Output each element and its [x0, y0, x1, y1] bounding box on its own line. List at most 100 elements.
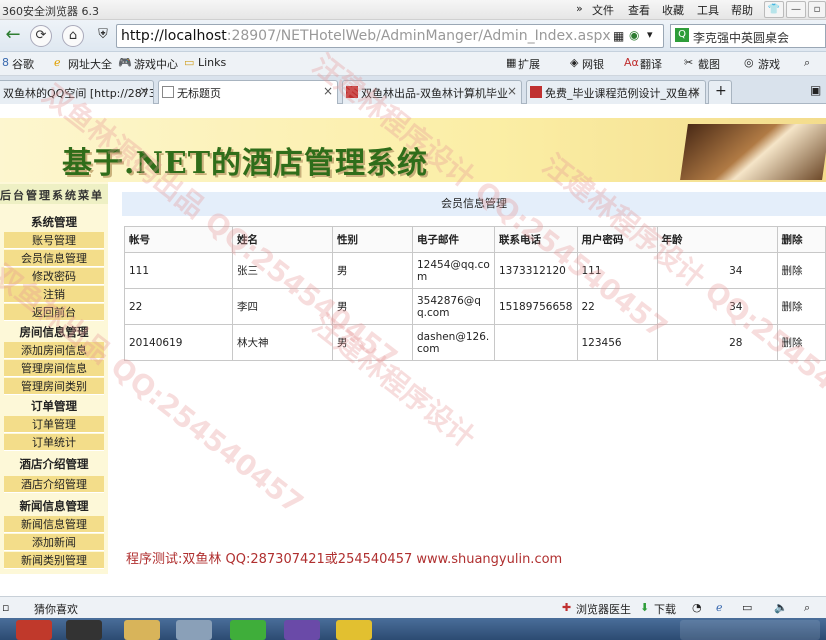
- window-icon[interactable]: ▭: [742, 601, 752, 614]
- status-recommend[interactable]: 猜你喜欢: [34, 601, 78, 617]
- menu-file[interactable]: 文件: [592, 2, 614, 18]
- fav-game-center[interactable]: 游戏中心: [134, 56, 178, 72]
- game-tool-icon: ◎: [744, 56, 754, 69]
- tool-games[interactable]: 游戏: [758, 56, 780, 72]
- delete-link[interactable]: 删除: [776, 288, 826, 325]
- member-table: 帐号 姓名 性别 电子邮件 联系电话 用户密码 年龄 删除 111 张三 男 1…: [124, 226, 826, 361]
- taskbar-app-icon[interactable]: [336, 620, 372, 640]
- google-icon: 8: [2, 56, 9, 69]
- cell-account: 20140619: [124, 324, 233, 361]
- taskbar-app-icon[interactable]: [66, 620, 102, 640]
- skin-icon[interactable]: 👕: [764, 1, 784, 18]
- sidebar-item-hotel-intro[interactable]: 酒店介绍管理: [4, 476, 104, 493]
- sidebar-item-manage-rooms[interactable]: 管理房间信息: [4, 360, 104, 377]
- site-banner: 基于.NET的酒店管理系统: [0, 118, 826, 182]
- search-box[interactable]: Q 李克强中英圆桌会: [670, 24, 826, 48]
- cell-account: 22: [124, 288, 233, 325]
- tab-shuangyulin[interactable]: 双鱼林出品-双鱼林计算机毕业 ×: [342, 80, 522, 104]
- close-icon[interactable]: ×: [139, 84, 149, 98]
- sidebar-item-add-room[interactable]: 添加房间信息: [4, 342, 104, 359]
- cell-password: 22: [576, 288, 658, 325]
- sidebar-item-change-password[interactable]: 修改密码: [4, 268, 104, 285]
- sidebar-item-logout[interactable]: 注销: [4, 286, 104, 303]
- status-doctor[interactable]: 浏览器医生: [576, 601, 631, 617]
- panel-title: 会员信息管理: [122, 192, 826, 216]
- tool-online-bank[interactable]: 网银: [582, 56, 604, 72]
- menu-view[interactable]: 查看: [628, 2, 650, 18]
- speed-icon[interactable]: ◔: [692, 601, 702, 614]
- sidebar-item-orders[interactable]: 订单管理: [4, 416, 104, 433]
- menu-favorites[interactable]: 收藏: [662, 2, 684, 18]
- cell-email: dashen@126.com: [412, 324, 495, 361]
- sidebar-item-accounts[interactable]: 账号管理: [4, 232, 104, 249]
- cell-name: 张三: [232, 252, 333, 289]
- tab-untitled[interactable]: 无标题页 ×: [158, 80, 338, 104]
- system-tray[interactable]: [680, 620, 820, 640]
- address-dropdown-icon[interactable]: ▾: [647, 28, 653, 41]
- back-arrow-icon[interactable]: ←: [2, 25, 24, 47]
- delete-link[interactable]: 删除: [776, 252, 826, 289]
- taskbar-app-icon[interactable]: [16, 620, 52, 640]
- menu-arrow-icon[interactable]: »: [576, 2, 583, 15]
- tab-free-design[interactable]: 免费_毕业课程范例设计_双鱼林 ×: [526, 80, 706, 104]
- cell-email: 3542876@qq.com: [412, 288, 495, 325]
- url-path: :28907/NETHotelWeb/AdminManger/Admin_Ind…: [226, 28, 611, 44]
- search-icon[interactable]: Q: [675, 28, 689, 42]
- group-hotel-intro: 酒店介绍管理: [19, 457, 89, 471]
- search-input[interactable]: 李克强中英圆桌会: [693, 29, 789, 46]
- fav-sites[interactable]: 网址大全: [68, 56, 112, 72]
- sidebar-item-news-types[interactable]: 新闻类别管理: [4, 552, 104, 569]
- sidebar-item-front[interactable]: 返回前台: [4, 304, 104, 321]
- tab-list-icon[interactable]: ▣: [810, 83, 821, 97]
- fav-google[interactable]: 谷歌: [12, 56, 34, 72]
- taskbar-app-icon[interactable]: [176, 620, 212, 640]
- cell-age: 28: [656, 324, 778, 361]
- sidebar-item-order-stats[interactable]: 订单统计: [4, 434, 104, 451]
- shield-icon[interactable]: ⛨: [92, 25, 114, 47]
- sidebar-item-add-news[interactable]: 添加新闻: [4, 534, 104, 551]
- refresh-icon[interactable]: ⟳: [30, 25, 52, 47]
- tool-screenshot[interactable]: 截图: [698, 56, 720, 72]
- speed-mode-icon[interactable]: ◉: [629, 28, 639, 42]
- sidebar-item-room-types[interactable]: 管理房间类别: [4, 378, 104, 395]
- taskbar-browser-icon[interactable]: [230, 620, 266, 640]
- new-tab-button[interactable]: +: [708, 80, 732, 104]
- status-download[interactable]: 下载: [654, 601, 676, 617]
- cell-name: 林大神: [232, 324, 333, 361]
- sound-icon[interactable]: 🔈: [774, 601, 788, 614]
- page-content: 基于.NET的酒店管理系统 后台管理系统菜单 系统管理 账号管理 会员信息管理 …: [0, 48, 826, 596]
- delete-link[interactable]: 删除: [776, 324, 826, 361]
- url-host: http://localhost: [121, 28, 227, 44]
- taskbar-folder-icon[interactable]: [124, 620, 160, 640]
- taskbar-vs-icon[interactable]: [284, 620, 320, 640]
- sidebar-item-members[interactable]: 会员信息管理: [4, 250, 104, 267]
- search-small-icon[interactable]: ⌕: [804, 56, 810, 70]
- tab-qq-space[interactable]: 双鱼林的QQ空间 [http://287307421.qzone×: [0, 80, 154, 104]
- maximize-button[interactable]: ▫: [808, 1, 826, 18]
- address-bar[interactable]: http://localhost:28907/NETHotelWeb/Admin…: [116, 24, 664, 48]
- tool-extensions[interactable]: 扩展: [518, 56, 540, 72]
- close-icon[interactable]: ×: [507, 84, 517, 98]
- site-icon: [346, 86, 358, 98]
- cell-account: 111: [124, 252, 233, 289]
- menu-tools[interactable]: 工具: [697, 2, 719, 18]
- close-icon[interactable]: ×: [323, 84, 333, 98]
- status-feed-icon: ▫: [2, 601, 10, 614]
- table-row: 111 张三 男 12454@qq.com 1373312120 111 34 …: [124, 252, 826, 289]
- menu-help[interactable]: 帮助: [731, 2, 753, 18]
- tool-translate[interactable]: 翻译: [640, 56, 662, 72]
- qr-icon[interactable]: ▦: [613, 29, 624, 43]
- address-url[interactable]: http://localhost:28907/NETHotelWeb/Admin…: [121, 28, 611, 44]
- sidebar-item-news[interactable]: 新闻信息管理: [4, 516, 104, 533]
- group-system: 系统管理: [31, 215, 77, 229]
- col-delete: 删除: [776, 226, 826, 253]
- home-icon[interactable]: ⌂: [62, 25, 84, 47]
- screenshot-icon: ✂: [684, 56, 694, 69]
- ie-mode-icon[interactable]: ℯ: [716, 601, 723, 614]
- fav-links[interactable]: Links: [198, 56, 226, 69]
- zoom-icon[interactable]: ⌕: [804, 601, 810, 615]
- minimize-button[interactable]: —: [786, 1, 806, 18]
- close-icon[interactable]: ×: [691, 84, 701, 98]
- table-row: 20140619 林大神 男 dashen@126.com 123456 28 …: [124, 324, 826, 361]
- col-age: 年龄: [656, 226, 778, 253]
